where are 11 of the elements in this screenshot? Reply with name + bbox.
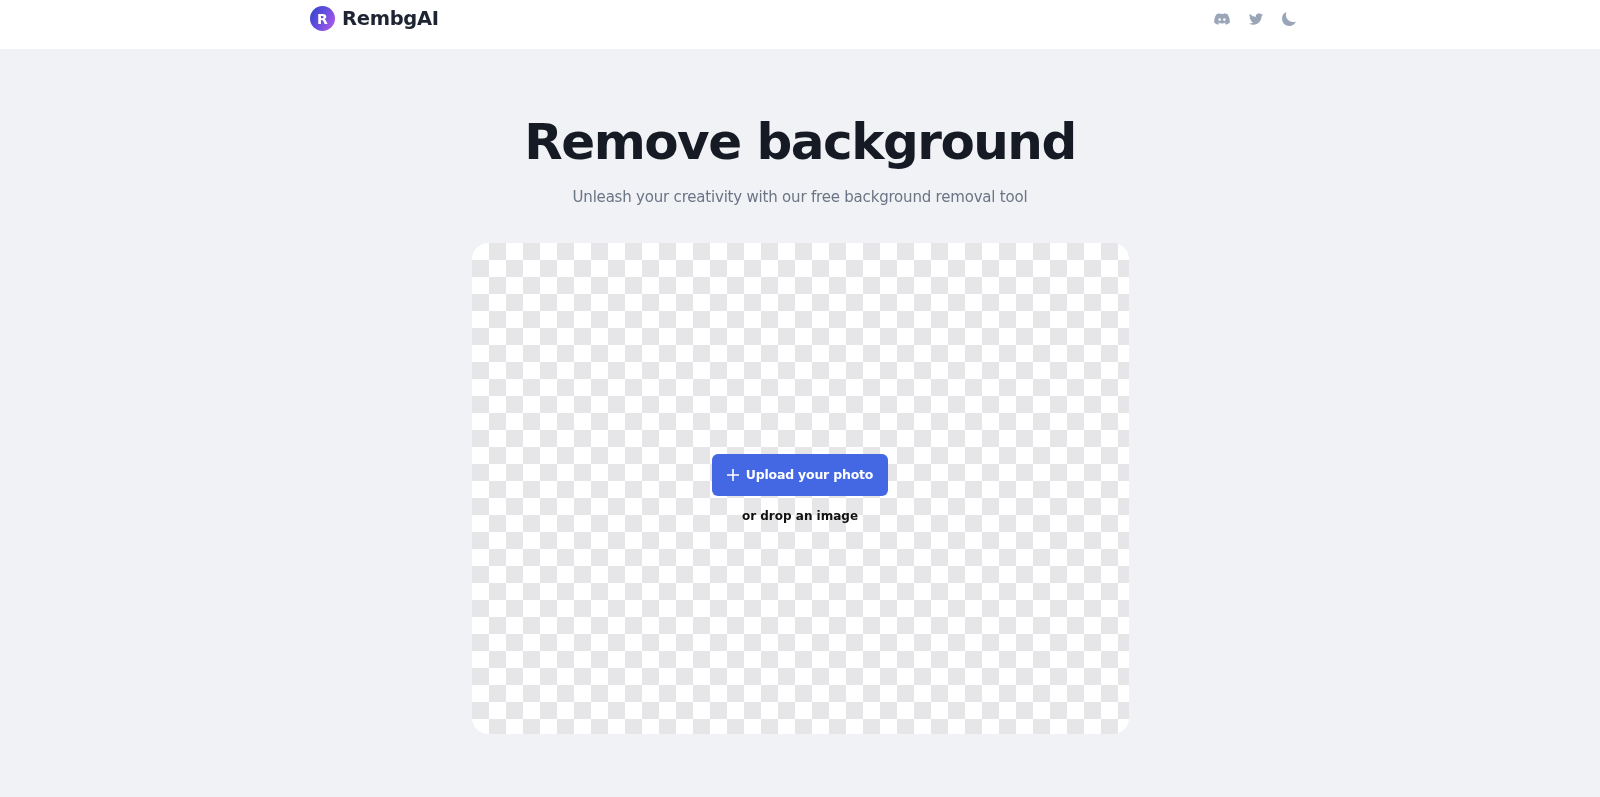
drop-hint: or drop an image: [741, 507, 859, 524]
controller-icon[interactable]: [1214, 12, 1230, 25]
drop-zone[interactable]: Upload your photo or drop an image: [471, 243, 1129, 734]
brand-name[interactable]: RembgAI: [342, 7, 439, 30]
plus-icon: [726, 468, 739, 481]
bird-icon[interactable]: [1249, 12, 1263, 25]
page-subtitle: Unleash your creativity with our free background removal tool: [572, 187, 1028, 207]
logo-mark[interactable]: R: [310, 6, 335, 31]
moon-icon[interactable]: [1282, 11, 1296, 26]
page-title: Remove background: [524, 112, 1076, 172]
upload-button[interactable]: Upload your photo: [711, 453, 889, 496]
